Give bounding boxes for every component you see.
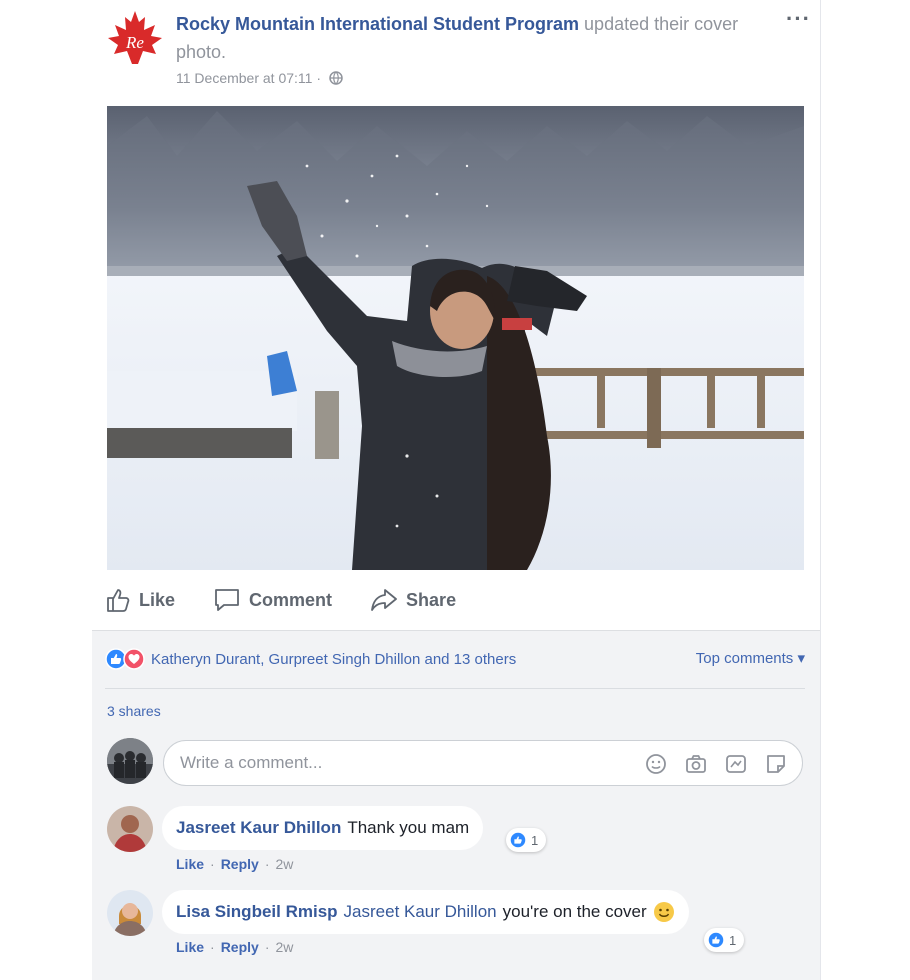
comment-like-number: 1 bbox=[531, 832, 539, 848]
comment-reply-link[interactable]: Reply bbox=[221, 939, 259, 955]
page-avatar-logo[interactable]: Re bbox=[105, 8, 165, 68]
more-options-button[interactable]: ··· bbox=[786, 6, 811, 32]
camera-icon[interactable] bbox=[684, 752, 708, 776]
comment-like-count[interactable]: 1 bbox=[704, 928, 745, 952]
comment-bubble: Lisa Singbeil Rmisp Jasreet Kaur Dhillon… bbox=[162, 890, 689, 934]
share-arrow-icon bbox=[371, 589, 397, 611]
comment-author-link[interactable]: Jasreet Kaur Dhillon bbox=[176, 818, 341, 838]
like-reaction-icon bbox=[708, 932, 724, 948]
comment-like-link[interactable]: Like bbox=[176, 856, 204, 872]
reaction-names-link[interactable]: Katheryn Durant, Gurpreet Singh Dhillon … bbox=[151, 651, 516, 668]
love-reaction-icon bbox=[123, 648, 145, 670]
comment-bubble: Jasreet Kaur Dhillon Thank you mam bbox=[162, 806, 484, 850]
commenter-avatar[interactable] bbox=[107, 806, 153, 852]
speech-bubble-icon bbox=[215, 589, 239, 611]
group-photo-avatar bbox=[107, 738, 153, 784]
thumbs-up-icon bbox=[107, 589, 130, 612]
reaction-icons bbox=[105, 648, 145, 670]
like-reaction-icon bbox=[510, 832, 526, 848]
right-border bbox=[820, 0, 821, 980]
commenter-avatar[interactable] bbox=[107, 890, 153, 936]
comment-text: you're on the cover bbox=[502, 902, 647, 921]
comment-text: Thank you mam bbox=[347, 818, 470, 837]
composer-icons bbox=[644, 752, 788, 776]
comment-meta: Like · Reply · 2w bbox=[176, 939, 294, 955]
comment-button[interactable]: Comment bbox=[213, 587, 332, 613]
comment-like-number: 1 bbox=[729, 932, 737, 948]
snow-scene-image bbox=[107, 106, 804, 570]
post-timestamp[interactable]: 11 December at 07:11 · bbox=[176, 70, 321, 86]
reactions-summary: Katheryn Durant, Gurpreet Singh Dhillon … bbox=[105, 645, 805, 673]
like-button[interactable]: Like bbox=[105, 587, 175, 613]
post-timestamp-row: 11 December at 07:11 · bbox=[176, 70, 343, 86]
feedback-divider bbox=[105, 688, 805, 689]
comment-meta: Like · Reply · 2w bbox=[176, 856, 294, 872]
maple-leaf-logo-icon: Re bbox=[108, 11, 162, 64]
comment-age[interactable]: 2w bbox=[275, 939, 293, 955]
share-button-label: Share bbox=[406, 589, 457, 610]
comment-mention-link[interactable]: Jasreet Kaur Dhillon bbox=[344, 902, 497, 922]
comment-input[interactable] bbox=[180, 751, 620, 775]
comment-like-link[interactable]: Like bbox=[176, 939, 204, 955]
post-header-text: Rocky Mountain International Student Pro… bbox=[176, 10, 776, 66]
page-name-link[interactable]: Rocky Mountain International Student Pro… bbox=[176, 14, 579, 34]
gif-icon[interactable] bbox=[724, 752, 748, 776]
logo-text: Re bbox=[125, 33, 144, 52]
shares-count-link[interactable]: 3 shares bbox=[107, 703, 161, 719]
like-button-label: Like bbox=[139, 589, 176, 610]
globe-icon bbox=[329, 71, 343, 85]
comment-reply-link[interactable]: Reply bbox=[221, 856, 259, 872]
comment-author-link[interactable]: Lisa Singbeil Rmisp bbox=[176, 902, 338, 922]
post-actions-bar: Like Comment Share bbox=[105, 584, 494, 616]
top-comments-dropdown[interactable]: Top comments ▾ bbox=[696, 649, 805, 667]
comment-like-count[interactable]: 1 bbox=[506, 828, 547, 852]
sticker-icon[interactable] bbox=[764, 752, 788, 776]
person-photo-avatar bbox=[107, 806, 153, 852]
comment-button-label: Comment bbox=[249, 589, 333, 610]
comment-composer bbox=[163, 740, 803, 786]
current-user-avatar[interactable] bbox=[107, 738, 153, 784]
comment-age[interactable]: 2w bbox=[275, 856, 293, 872]
share-button[interactable]: Share bbox=[370, 587, 456, 613]
person-photo-avatar bbox=[107, 890, 153, 936]
smiley-emoji-icon bbox=[653, 902, 674, 922]
cover-photo[interactable] bbox=[107, 106, 804, 570]
emoji-icon[interactable] bbox=[644, 752, 668, 776]
